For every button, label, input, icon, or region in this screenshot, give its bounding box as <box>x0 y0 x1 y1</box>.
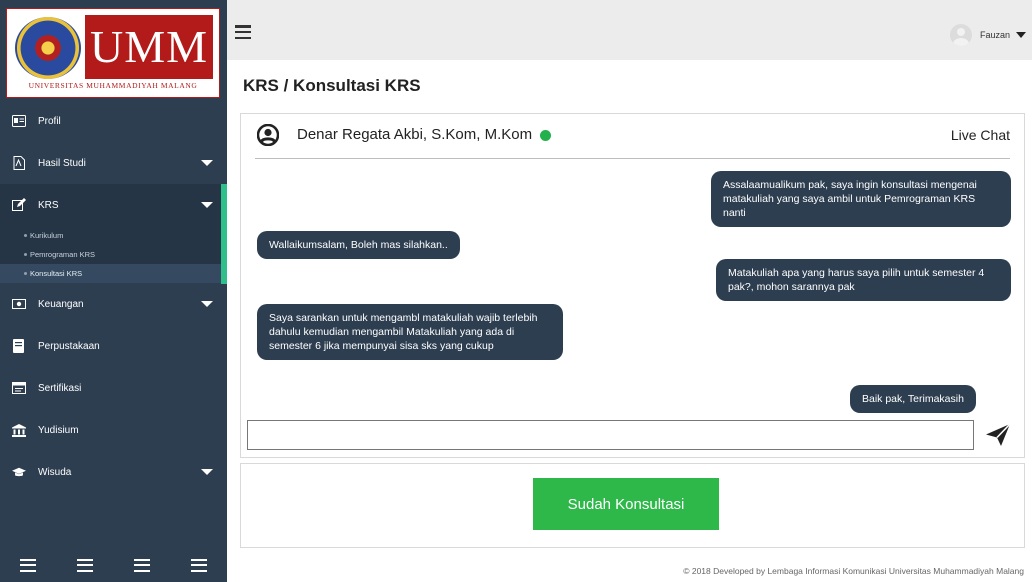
money-icon <box>12 297 26 311</box>
sidebar-item-label: Wisuda <box>38 466 72 478</box>
menu-icon[interactable] <box>190 558 207 572</box>
submenu-item-pemrograman-krs[interactable]: Pemrograman KRS <box>0 245 227 264</box>
sidebar-item-hasil-studi[interactable]: Hasil Studi <box>0 142 227 184</box>
document-icon <box>12 156 26 170</box>
chat-panel: Denar Regata Akbi, S.Kom, M.Kom Live Cha… <box>240 113 1025 458</box>
book-icon <box>12 339 26 353</box>
message-input[interactable] <box>247 420 974 450</box>
menu-icon[interactable] <box>20 558 37 572</box>
sidebar-item-keuangan[interactable]: Keuangan <box>0 283 227 325</box>
avatar <box>949 24 972 46</box>
chevron-down-icon <box>201 469 213 475</box>
footer-copyright: © 2018 Developed by Lembaga Informasi Ko… <box>683 566 1024 576</box>
submenu-item-kurikulum[interactable]: Kurikulum <box>0 226 227 245</box>
krs-submenu: Kurikulum Pemrograman KRS Konsultasi KRS <box>0 226 227 284</box>
chat-message-student: Baik pak, Terimakasih <box>850 385 976 413</box>
action-panel: Sudah Konsultasi <box>240 463 1025 548</box>
sidebar-item-perpustakaan[interactable]: Perpustakaan <box>0 325 227 367</box>
sidebar-item-label: Hasil Studi <box>38 157 86 169</box>
certificate-icon <box>12 381 26 395</box>
university-logo[interactable]: UMM UNIVERSITAS MUHAMMADIYAH MALANG <box>6 8 220 98</box>
hamburger-menu-icon[interactable] <box>235 25 251 39</box>
sidebar-item-yudisium[interactable]: Yudisium <box>0 409 227 451</box>
page-title: KRS / Konsultasi KRS <box>243 76 421 95</box>
advisor-name: Denar Regata Akbi, S.Kom, M.Kom <box>297 126 533 143</box>
graduation-cap-icon <box>12 465 26 479</box>
sidebar-item-wisuda[interactable]: Wisuda <box>0 451 227 493</box>
chevron-down-icon <box>201 301 213 307</box>
menu-icon[interactable] <box>77 558 94 572</box>
sidebar-item-label: KRS <box>38 199 59 211</box>
user-name: Fauzan <box>979 30 1010 40</box>
sidebar-item-label: Sertifikasi <box>38 382 82 394</box>
chat-divider <box>255 158 1010 159</box>
sidebar-item-profil[interactable]: Profil <box>0 100 227 142</box>
sidebar-nav: Profil Hasil Studi KRS Kurikulum Pemrogr… <box>0 100 227 493</box>
finish-consultation-button[interactable]: Sudah Konsultasi <box>533 478 719 530</box>
logo-subtitle: UNIVERSITAS MUHAMMADIYAH MALANG <box>28 81 198 90</box>
sidebar-footer-toolbar <box>0 548 227 582</box>
sidebar-item-krs[interactable]: KRS <box>0 184 227 226</box>
university-seal-icon <box>15 17 81 79</box>
live-chat-label: Live Chat <box>950 127 1010 143</box>
user-circle-icon <box>257 124 279 146</box>
chevron-down-icon <box>201 202 213 208</box>
sidebar-item-label: Yudisium <box>38 424 79 436</box>
menu-icon[interactable] <box>133 558 150 572</box>
online-status-dot <box>540 130 551 141</box>
chat-header: Denar Regata Akbi, S.Kom, M.Kom Live Cha… <box>241 114 1024 159</box>
logo-text: UMM <box>85 15 213 79</box>
send-icon[interactable] <box>985 423 1011 447</box>
topbar: Fauzan <box>227 0 1032 60</box>
submenu-item-konsultasi-krs[interactable]: Konsultasi KRS <box>0 264 227 283</box>
sidebar: UMM UNIVERSITAS MUHAMMADIYAH MALANG Prof… <box>0 0 227 582</box>
app-root: UMM UNIVERSITAS MUHAMMADIYAH MALANG Prof… <box>0 0 1032 582</box>
chat-message-advisor: Wallaikumsalam, Boleh mas silahkan.. <box>257 231 460 259</box>
chat-message-student: Assalaamualikum pak, saya ingin konsulta… <box>711 171 1011 227</box>
sidebar-item-sertifikasi[interactable]: Sertifikasi <box>0 367 227 409</box>
chevron-down-icon <box>201 160 213 166</box>
sidebar-item-label: Perpustakaan <box>38 340 100 352</box>
chat-message-advisor: Saya sarankan untuk mengambl matakuliah … <box>257 304 563 360</box>
id-card-icon <box>12 114 26 128</box>
caret-down-icon <box>1016 32 1026 38</box>
sidebar-item-label: Profil <box>38 115 61 127</box>
edit-icon <box>12 198 26 212</box>
institution-icon <box>12 423 26 437</box>
chat-message-student: Matakuliah apa yang harus saya pilih unt… <box>716 259 1011 301</box>
user-menu[interactable]: Fauzan <box>949 24 1026 46</box>
sidebar-item-label: Keuangan <box>38 298 84 310</box>
